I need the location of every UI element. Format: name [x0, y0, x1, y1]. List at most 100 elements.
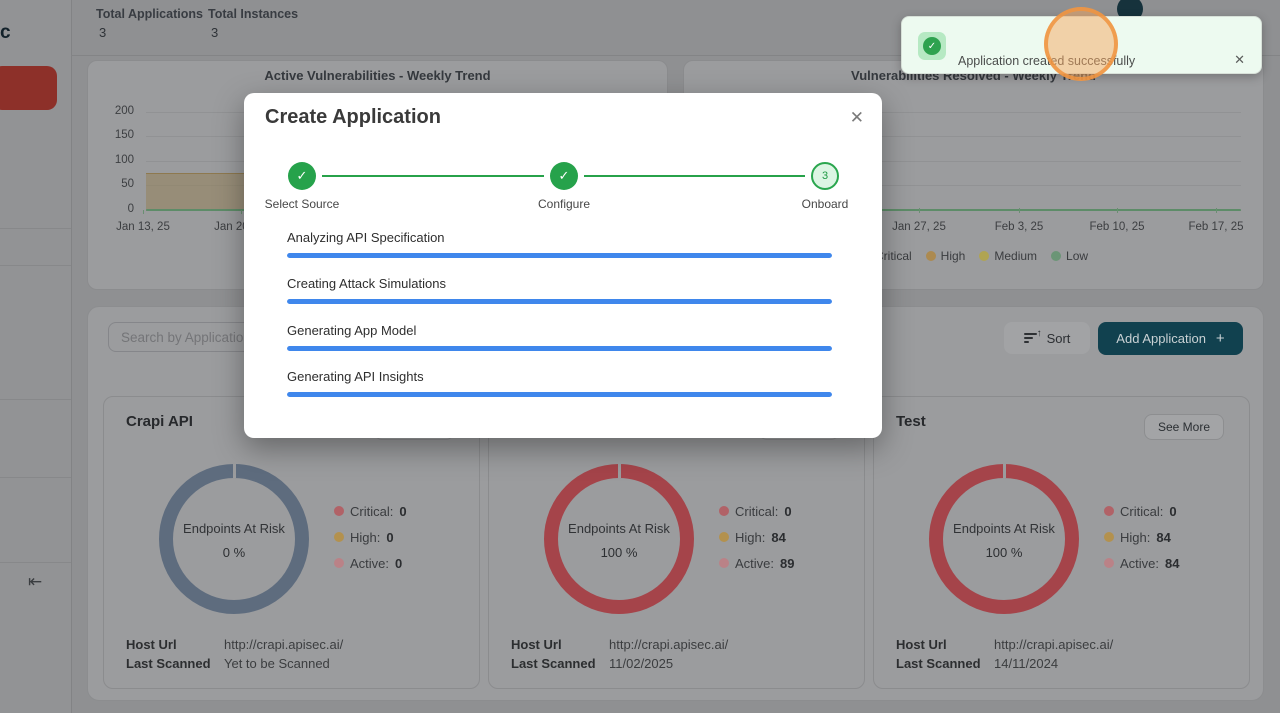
card-legend: Critical:0 High:84 Active:84	[1104, 498, 1179, 576]
modal-close-icon[interactable]: ✕	[850, 108, 864, 128]
host-url-label: Host Url	[896, 637, 947, 652]
host-url-value: http://crapi.apisec.ai/	[994, 637, 1113, 652]
step-select-source-check-icon: ✓	[288, 162, 316, 190]
total-instances-value: 3	[211, 25, 218, 40]
legend-item-high: High	[926, 249, 966, 263]
stat-label: Active:	[350, 556, 389, 571]
sidebar-divider	[0, 477, 71, 478]
high-dot-icon	[926, 251, 936, 261]
y-tick: 200	[94, 105, 134, 117]
chart-legend: Critical High Medium Low	[860, 249, 1088, 263]
x-tick-label: Jan 13, 25	[106, 221, 180, 233]
high-dot-icon	[334, 532, 344, 542]
last-scanned-label: Last Scanned	[126, 656, 211, 671]
task-label: Generating App Model	[287, 323, 416, 338]
sort-icon: ↑	[1024, 332, 1039, 344]
app-card-crapi-api: Crapi API See More Endpoints At Risk 0 %…	[103, 396, 480, 689]
endpoints-at-risk-donut	[159, 464, 309, 614]
check-circle-icon: ✓	[923, 37, 941, 55]
add-application-button[interactable]: Add Application +	[1098, 322, 1243, 355]
high-dot-icon	[719, 532, 729, 542]
host-url-value: http://crapi.apisec.ai/	[609, 637, 728, 652]
endpoints-at-risk-donut	[544, 464, 694, 614]
task-label: Generating API Insights	[287, 369, 424, 384]
create-application-modal: Create Application ✕ ✓ ✓ 3 Select Source…	[244, 93, 882, 438]
task-progress-bar	[287, 346, 832, 351]
x-tick-mark	[143, 210, 144, 214]
legend-label: Low	[1066, 249, 1088, 263]
active-dot-icon	[334, 558, 344, 568]
task-progress-bar	[287, 253, 832, 258]
chart-title: Active Vulnerabilities - Weekly Trend	[88, 68, 667, 83]
stat-label: Active:	[1120, 556, 1159, 571]
stat-label: High:	[735, 530, 765, 545]
sidebar-collapse-icon[interactable]: ⇤	[28, 572, 42, 592]
donut-percent: 100 %	[934, 545, 1074, 560]
y-tick: 50	[94, 178, 134, 190]
step-configure-check-icon: ✓	[550, 162, 578, 190]
stat-label: High:	[350, 530, 380, 545]
card-legend: Critical:0 High:0 Active: 0	[334, 498, 407, 576]
step-label-onboard: Onboard	[765, 197, 885, 211]
x-tick-label: Feb 3, 25	[982, 221, 1056, 233]
sidebar-active-item[interactable]	[0, 66, 57, 110]
legend-item-medium: Medium	[979, 249, 1037, 263]
legend-row-critical: Critical: 0	[1104, 498, 1179, 524]
stat-label: Critical:	[735, 504, 778, 519]
step-onboard-number: 3	[811, 162, 839, 190]
legend-row-critical: Critical:0	[334, 498, 407, 524]
logo-fragment: c	[0, 22, 11, 44]
total-instances-label: Total Instances	[208, 7, 298, 21]
sort-button[interactable]: ↑ Sort	[1004, 322, 1090, 354]
x-tick-label: Jan 27, 25	[882, 221, 956, 233]
legend-row-high: High:0	[334, 524, 407, 550]
donut-center-label: Endpoints At Risk	[934, 521, 1074, 536]
app-card-title: Crapi API	[126, 413, 193, 430]
total-applications-label: Total Applications	[96, 7, 203, 21]
stat-value: 0	[784, 504, 791, 519]
plus-icon: +	[1216, 330, 1225, 347]
legend-row-active: Active: 89	[719, 550, 794, 576]
task-label: Analyzing API Specification	[287, 230, 445, 245]
critical-dot-icon	[1104, 506, 1114, 516]
step-connector	[584, 175, 805, 177]
stat-label: Critical:	[1120, 504, 1163, 519]
critical-dot-icon	[334, 506, 344, 516]
total-applications-value: 3	[99, 25, 106, 40]
toast-message: Application created successfully	[958, 54, 1135, 68]
sidebar-divider	[0, 399, 71, 400]
task-label: Creating Attack Simulations	[287, 276, 446, 291]
stat-label: High:	[1120, 530, 1150, 545]
task-progress-bar	[287, 392, 832, 397]
x-tick-mark	[1117, 208, 1118, 213]
stat-value: 0	[395, 556, 402, 571]
modal-title: Create Application	[265, 106, 441, 129]
step-connector	[322, 175, 544, 177]
donut-center-label: Endpoints At Risk	[164, 521, 304, 536]
stat-value: 0	[1169, 504, 1176, 519]
x-tick-mark	[919, 208, 920, 213]
stat-label: Critical:	[350, 504, 393, 519]
x-tick-mark	[1216, 208, 1217, 213]
high-dot-icon	[1104, 532, 1114, 542]
donut-center-label: Endpoints At Risk	[549, 521, 689, 536]
legend-label: High	[941, 249, 966, 263]
app-card-test: Test See More Endpoints At Risk 100 % Cr…	[873, 396, 1250, 689]
donut-percent: 100 %	[549, 545, 689, 560]
x-tick-mark	[1019, 208, 1020, 213]
last-scanned-label: Last Scanned	[511, 656, 596, 671]
stat-label: Active:	[735, 556, 774, 571]
stat-value: 84	[771, 530, 785, 545]
legend-row-high: High:84	[1104, 524, 1179, 550]
success-toast: ✓ Application created successfully ✕	[901, 16, 1262, 74]
toast-close-icon[interactable]: ✕	[1234, 52, 1245, 68]
critical-dot-icon	[719, 506, 729, 516]
y-tick: 0	[94, 203, 134, 215]
sort-button-label: Sort	[1047, 331, 1071, 346]
x-tick-label: Feb 10, 25	[1080, 221, 1154, 233]
see-more-button[interactable]: See More	[1144, 414, 1224, 440]
app-card-middle: See More Endpoints At Risk 100 % Critica…	[488, 396, 865, 689]
stat-value: 89	[780, 556, 794, 571]
y-tick: 150	[94, 129, 134, 141]
donut-percent: 0 %	[164, 545, 304, 560]
